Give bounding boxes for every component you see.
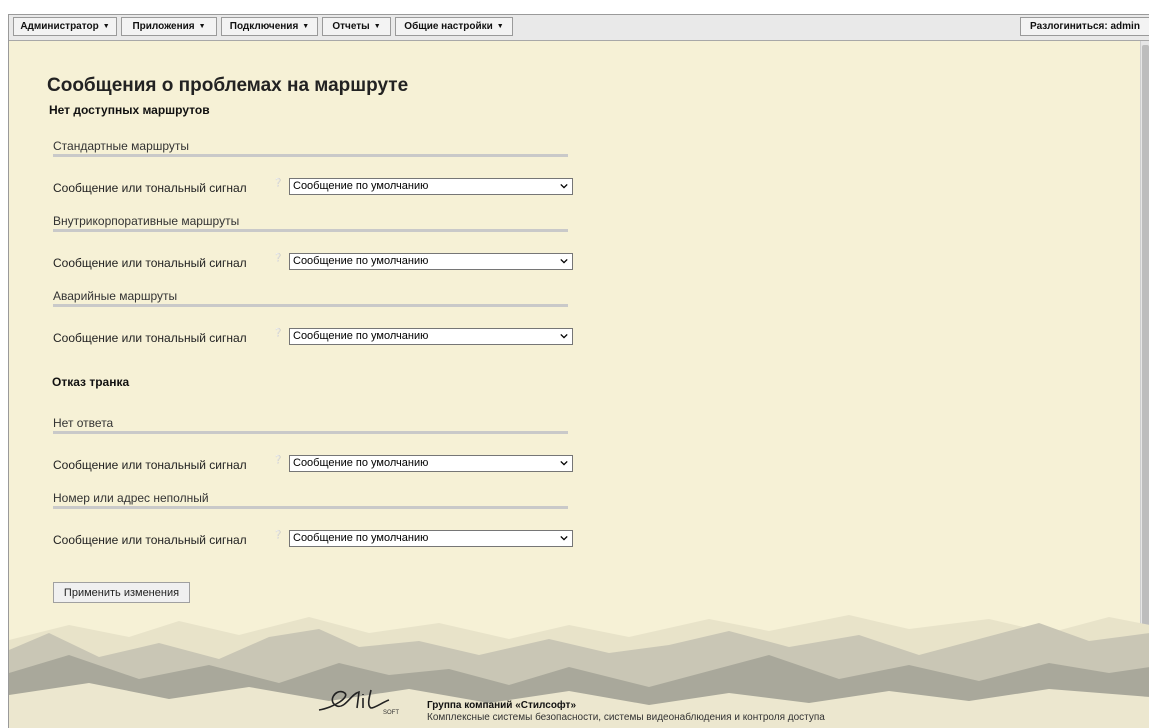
section-divider xyxy=(53,431,568,434)
field-row-emergency-routes: Сообщение или тональный сигнал ❔ Сообщен… xyxy=(53,328,573,348)
stilsoft-logo: SOFT xyxy=(318,689,399,716)
menu-admin[interactable]: Администратор ▼ xyxy=(13,17,117,36)
section-label-internal-routes: Внутрикорпоративные маршруты xyxy=(53,214,240,228)
field-row-incomplete-address: Сообщение или тональный сигнал ❔ Сообщен… xyxy=(53,530,573,550)
chevron-down-icon xyxy=(560,333,568,339)
field-label: Сообщение или тональный сигнал xyxy=(53,458,247,472)
section-label-emergency-routes: Аварийные маршруты xyxy=(53,289,178,303)
help-icon[interactable]: ❔ xyxy=(273,253,283,262)
field-label: Сообщение или тональный сигнал xyxy=(53,256,247,270)
message-select-incomplete-address[interactable]: Сообщение по умолчанию xyxy=(289,530,573,547)
field-label: Сообщение или тональный сигнал xyxy=(53,181,247,195)
page-title: Сообщения о проблемах на маршруте xyxy=(47,75,409,96)
select-value: Сообщение по умолчанию xyxy=(293,180,429,192)
logo-sub-text: SOFT xyxy=(383,710,399,716)
help-icon[interactable]: ❔ xyxy=(273,178,283,187)
field-row-no-answer: Сообщение или тональный сигнал ❔ Сообщен… xyxy=(53,455,573,475)
section-divider xyxy=(53,304,568,307)
top-menu-bar: Администратор ▼ Приложения ▼ Подключения ▼ … xyxy=(9,15,1149,41)
no-routes-heading: Нет доступных маршрутов xyxy=(49,103,210,117)
caret-down-icon: ▼ xyxy=(496,23,504,30)
help-icon[interactable]: ❔ xyxy=(273,530,283,539)
menu-admin-label: Администратор xyxy=(20,21,99,32)
select-value: Сообщение по умолчанию xyxy=(293,255,429,267)
message-select-standard-routes[interactable]: Сообщение по умолчанию xyxy=(289,178,573,195)
message-select-internal-routes[interactable]: Сообщение по умолчанию xyxy=(289,253,573,270)
logout-label: Разлогиниться: admin xyxy=(1030,21,1140,32)
scrollbar-thumb[interactable] xyxy=(1142,45,1149,685)
help-icon[interactable]: ❔ xyxy=(273,328,283,337)
section-divider xyxy=(53,229,568,232)
section-divider xyxy=(53,154,568,157)
section-label-standard-routes: Стандартные маршруты xyxy=(53,139,190,153)
message-select-no-answer[interactable]: Сообщение по умолчанию xyxy=(289,455,573,472)
app-frame: Администратор ▼ Приложения ▼ Подключения ▼ … xyxy=(8,14,1149,728)
section-label-no-answer: Нет ответа xyxy=(53,416,114,430)
select-value: Сообщение по умолчанию xyxy=(293,457,429,469)
menu-apps-label: Приложения xyxy=(132,21,195,32)
footer-tagline: Комплексные системы безопасности, систем… xyxy=(427,712,825,723)
section-label-incomplete-address: Номер или адрес неполный xyxy=(53,491,209,505)
caret-down-icon: ▼ xyxy=(198,23,206,30)
chevron-down-icon xyxy=(560,535,568,541)
menu-connections-label: Подключения xyxy=(229,21,299,32)
caret-down-icon: ▼ xyxy=(102,23,110,30)
field-label: Сообщение или тональный сигнал xyxy=(53,533,247,547)
field-label: Сообщение или тональный сигнал xyxy=(53,331,247,345)
menu-settings[interactable]: Общие настройки ▼ xyxy=(395,17,513,36)
menu-reports-label: Отчеты xyxy=(332,21,370,32)
section-divider xyxy=(53,506,568,509)
logout-button[interactable]: Разлогиниться: admin xyxy=(1020,17,1149,36)
chevron-down-icon xyxy=(560,183,568,189)
menu-connections[interactable]: Подключения ▼ xyxy=(221,17,318,36)
field-row-internal-routes: Сообщение или тональный сигнал ❔ Сообщен… xyxy=(53,253,573,273)
caret-down-icon: ▼ xyxy=(302,23,310,30)
menu-apps[interactable]: Приложения ▼ xyxy=(121,17,217,36)
chevron-down-icon xyxy=(560,258,568,264)
select-value: Сообщение по умолчанию xyxy=(293,532,429,544)
field-row-standard-routes: Сообщение или тональный сигнал ❔ Сообщен… xyxy=(53,178,573,198)
footer-company-name: Группа компаний «Стилсофт» xyxy=(427,700,577,711)
message-select-emergency-routes[interactable]: Сообщение по умолчанию xyxy=(289,328,573,345)
help-icon[interactable]: ❔ xyxy=(273,455,283,464)
mountains-decoration xyxy=(9,615,1149,728)
select-value: Сообщение по умолчанию xyxy=(293,330,429,342)
menu-reports[interactable]: Отчеты ▼ xyxy=(322,17,391,36)
caret-down-icon: ▼ xyxy=(373,23,381,30)
chevron-down-icon xyxy=(560,460,568,466)
trunk-failure-heading: Отказ транка xyxy=(52,375,130,389)
menu-settings-label: Общие настройки xyxy=(404,21,493,32)
